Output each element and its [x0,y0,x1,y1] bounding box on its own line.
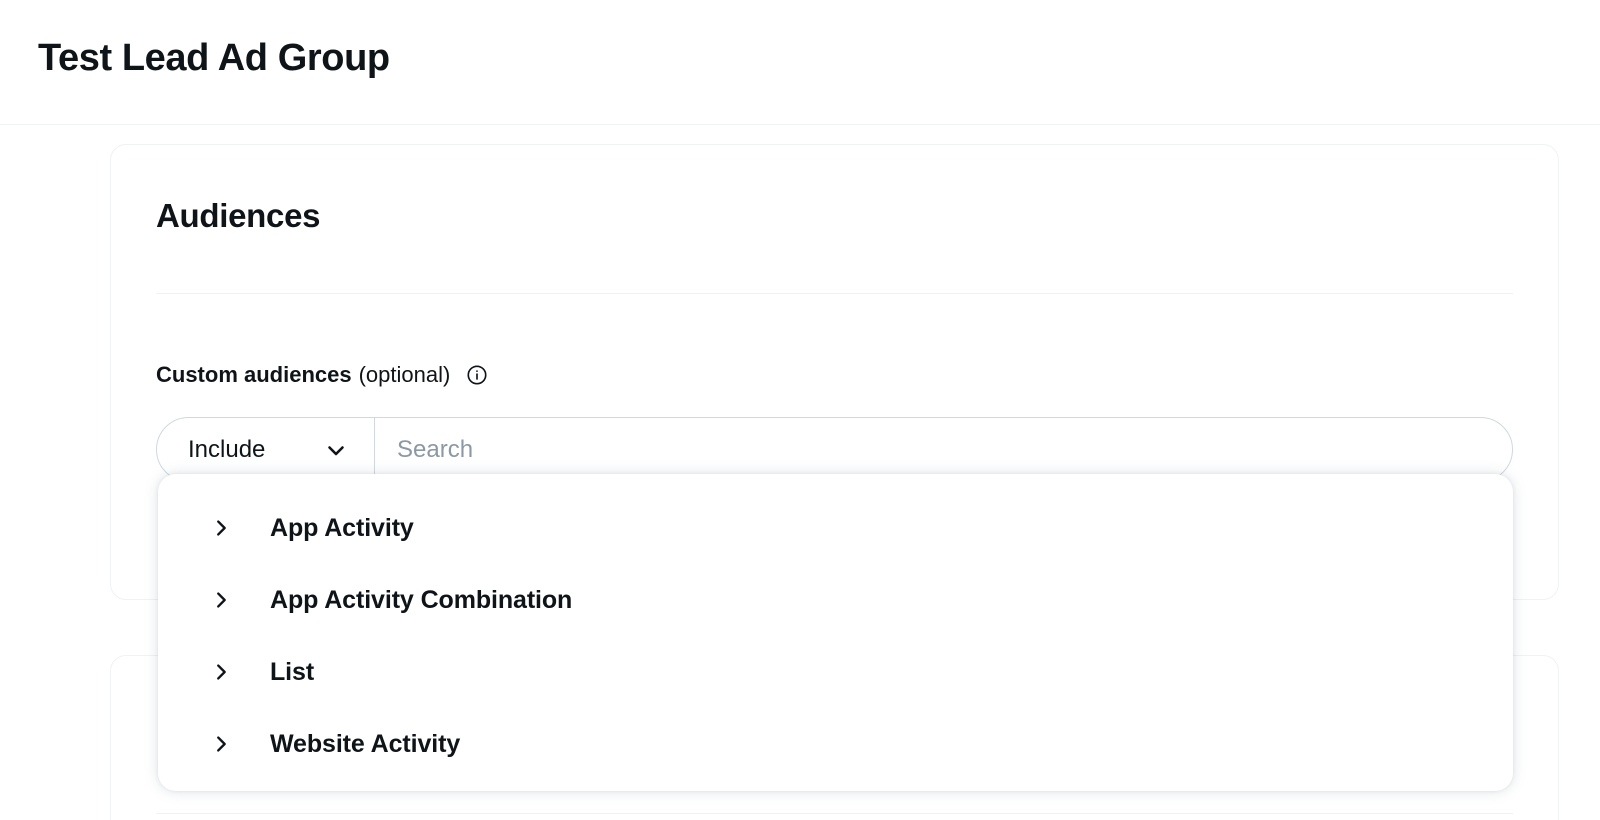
custom-audiences-optional-text: (optional) [359,360,451,390]
dropdown-item-website-activity[interactable]: Website Activity [158,708,1513,780]
dropdown-item-label: Website Activity [270,728,460,760]
custom-audiences-label: Custom audiences (optional) [156,360,488,390]
info-circle-icon[interactable] [466,364,488,386]
chevron-right-icon [210,589,232,611]
page-title: Test Lead Ad Group [38,30,390,86]
chevron-down-icon [324,438,348,462]
page-header: Test Lead Ad Group [0,0,1600,125]
audience-search-input[interactable] [375,418,1512,481]
dropdown-item-label: List [270,656,314,688]
dropdown-item-app-activity[interactable]: App Activity [158,492,1513,564]
dropdown-item-label: App Activity Combination [270,584,572,616]
audience-combo-field: Include [156,417,1513,482]
dropdown-item-list[interactable]: List [158,636,1513,708]
custom-audiences-label-text: Custom audiences [156,360,352,390]
section-divider [156,293,1513,294]
dropdown-item-label: App Activity [270,512,414,544]
include-select-value: Include [188,435,265,465]
include-exclude-select[interactable]: Include [157,418,375,481]
chevron-right-icon [210,661,232,683]
chevron-right-icon [210,517,232,539]
secondary-card-divider [156,813,1513,814]
audiences-section-title: Audiences [156,194,320,238]
dropdown-item-app-activity-combination[interactable]: App Activity Combination [158,564,1513,636]
chevron-right-icon [210,733,232,755]
content-area: Audiences Custom audiences (optional) In… [0,125,1600,820]
audience-type-dropdown: App Activity App Activity Combination Li… [158,474,1513,791]
